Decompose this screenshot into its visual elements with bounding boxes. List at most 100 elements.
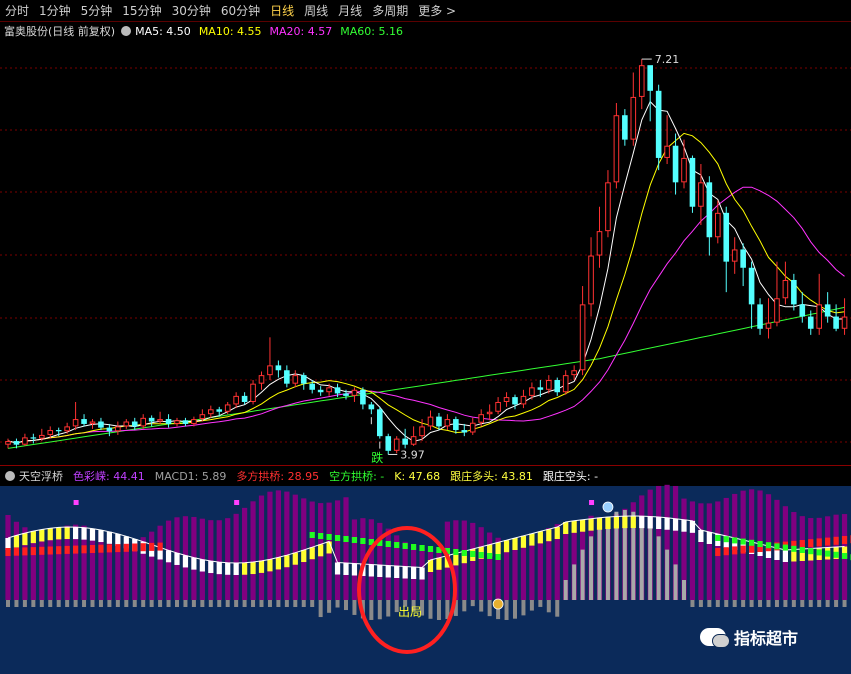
candle-body-40 — [343, 393, 349, 396]
gray-bar-14 — [124, 600, 129, 607]
indicator-settings-icon-sub[interactable] — [5, 471, 15, 481]
purple-bar-4 — [39, 531, 45, 600]
candle-body-63 — [537, 387, 544, 390]
gray-bar-50 — [428, 600, 433, 619]
candle-body-75 — [638, 65, 645, 97]
k-bar-69 — [588, 518, 594, 531]
gray-bar-75 — [639, 516, 644, 600]
indicator-value-3: 空方拱桥: - — [329, 470, 385, 483]
candle-body-58 — [495, 401, 501, 412]
k-bar-11 — [98, 530, 104, 543]
candle-body-36 — [309, 383, 315, 390]
bull-bridge-0-10 — [89, 545, 96, 553]
bull-bridge-1-88 — [749, 544, 755, 553]
gray-bar-5 — [48, 600, 53, 607]
purple-bar-18 — [157, 525, 163, 600]
purple-bar-39 — [334, 500, 341, 600]
bear-bridge-b-93 — [791, 545, 797, 552]
purple-bar-34 — [292, 494, 298, 600]
k-bar-33 — [284, 555, 290, 568]
candle-body-74 — [630, 96, 637, 140]
candle-body-4 — [39, 434, 45, 439]
candle-body-48 — [410, 436, 417, 445]
gray-bar-35 — [301, 600, 306, 607]
candle-body-18 — [157, 419, 163, 422]
candle-body-90 — [765, 322, 772, 329]
gray-bar-96 — [817, 600, 822, 607]
k-bar-35 — [301, 550, 307, 563]
purple-bar-44 — [377, 522, 383, 600]
k-bar-28 — [242, 562, 248, 575]
candle-body-57 — [486, 411, 493, 415]
bear-bridge-55 — [470, 551, 476, 557]
purple-bar-27 — [233, 513, 239, 600]
candle-body-85 — [723, 212, 730, 262]
gray-bar-36 — [310, 600, 315, 607]
bull-bridge-1-96 — [816, 538, 822, 547]
gray-bar-25 — [217, 600, 222, 607]
bear-bridge-49 — [419, 545, 425, 551]
k-bar-67 — [571, 520, 577, 533]
candle-body-19 — [165, 419, 172, 424]
k-bar-26 — [225, 562, 231, 575]
candle-body-27 — [233, 395, 239, 405]
face-icon — [602, 501, 614, 513]
candle-body-44 — [377, 409, 383, 437]
gray-bar-95 — [808, 600, 813, 607]
candle-body-23 — [199, 414, 206, 420]
bear-bridge-45 — [385, 541, 391, 547]
gray-bar-7 — [65, 600, 70, 607]
bear-bridge-b-98 — [833, 551, 839, 558]
magenta-marker-0 — [73, 500, 79, 505]
k-bar-30 — [258, 560, 265, 573]
magenta-marker-1 — [234, 500, 240, 505]
bull-bridge-1-84 — [715, 548, 721, 556]
signal-label: 跌 — [371, 450, 383, 465]
indicator-name[interactable]: 天空浮桥 — [19, 468, 63, 484]
gray-bar-13 — [115, 600, 120, 607]
candle-body-77 — [655, 90, 662, 158]
gray-bar-30 — [259, 600, 264, 607]
k-bar-62 — [529, 533, 535, 546]
gray-bar-19 — [166, 600, 171, 607]
candle-body-3 — [30, 437, 37, 439]
candle-body-51 — [436, 416, 442, 427]
bull-bridge-0-18 — [157, 542, 163, 551]
purple-bar-51 — [436, 548, 442, 600]
purple-bar-82 — [698, 503, 704, 600]
k-bar-3 — [30, 531, 36, 544]
purple-bar-45 — [385, 528, 391, 600]
k-bar-71 — [605, 517, 611, 530]
candle-body-81 — [689, 157, 696, 207]
purple-bar-11 — [98, 532, 104, 600]
candle-body-38 — [326, 387, 332, 393]
candle-body-20 — [174, 420, 180, 424]
k-bar-74 — [630, 516, 636, 528]
candle-body-61 — [520, 395, 527, 405]
bear-bridge-b-91 — [774, 543, 780, 550]
gray-bar-82 — [698, 600, 703, 607]
candle-body-2 — [22, 437, 28, 445]
k-bar-64 — [546, 529, 552, 542]
gray-bar-33 — [284, 600, 289, 607]
indicator-header: 天空浮桥 色彩嵘: 44.41 MACD1: 5.89 多方拱桥: 28.95 空方拱… — [0, 467, 851, 485]
gray-bar-56 — [479, 600, 484, 612]
k-bar-78 — [664, 517, 670, 530]
candle-body-32 — [275, 365, 282, 371]
gray-bar-15 — [132, 600, 137, 607]
gray-bar-11 — [98, 600, 103, 607]
gray-bar-51 — [436, 600, 441, 620]
high-label: 7.21 — [655, 53, 680, 66]
gray-bar-23 — [200, 600, 205, 607]
bull-bridge-0-2 — [22, 547, 28, 556]
purple-bar-29 — [250, 501, 256, 600]
indicator-value-0: 色彩嵘: 44.41 — [73, 470, 145, 483]
gray-bar-43 — [369, 600, 374, 620]
k-bar-79 — [672, 518, 679, 531]
candle-body-54 — [461, 430, 468, 433]
candle-body-62 — [529, 387, 535, 396]
candle-body-70 — [596, 231, 603, 256]
k-bar-53 — [453, 553, 459, 566]
candle-body-91 — [774, 298, 780, 323]
k-bar-75 — [639, 516, 645, 529]
